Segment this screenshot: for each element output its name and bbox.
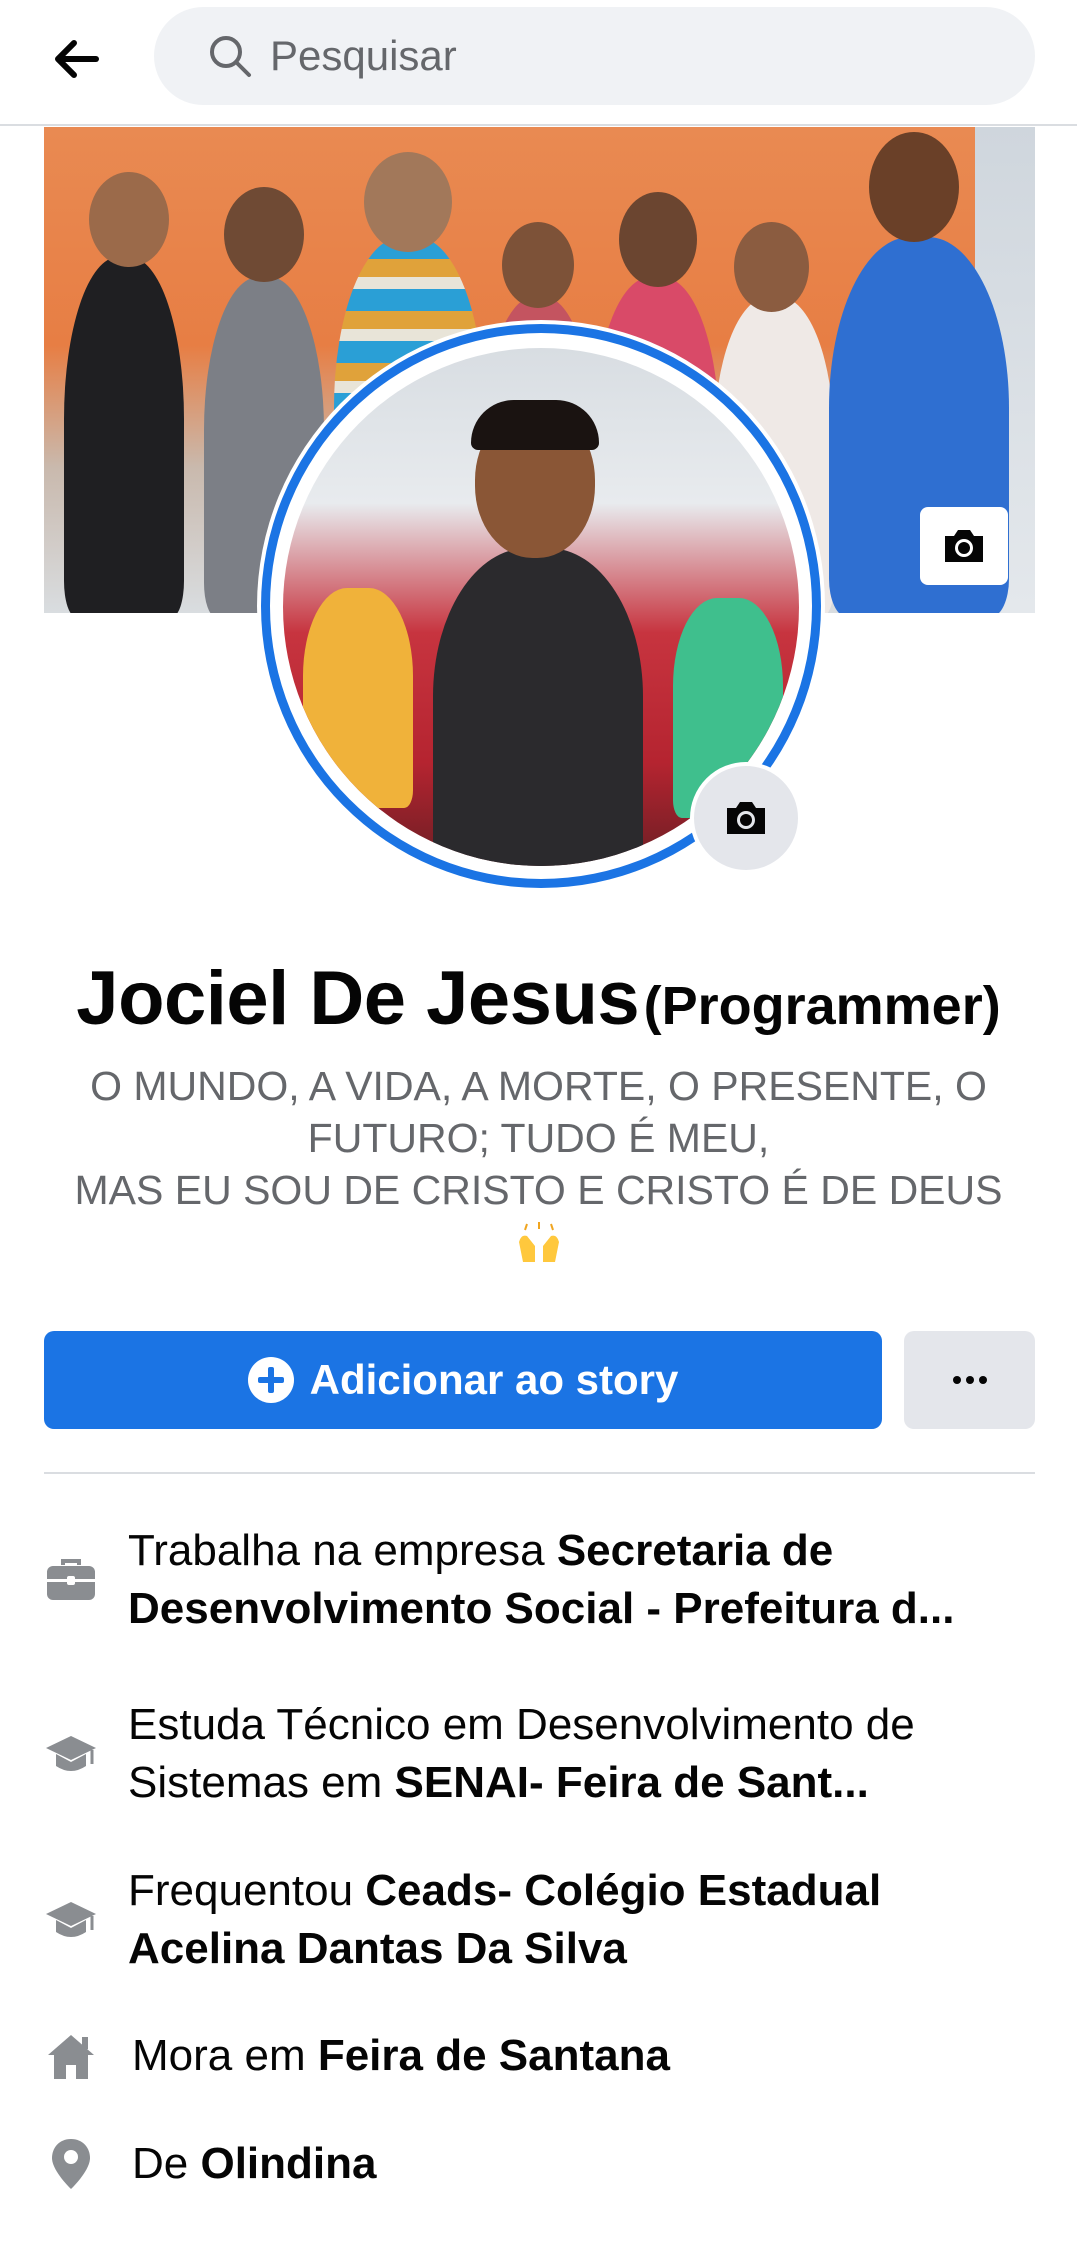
profile-bio: O MUNDO, A VIDA, A MORTE, O PRESENTE, O … (60, 1060, 1017, 1268)
cover-photo-figure (364, 152, 452, 252)
profile-picture-figure (303, 588, 413, 808)
search-bar[interactable] (154, 7, 1035, 105)
intro-item-work[interactable]: Trabalha na empresa Secretaria de Desenv… (44, 1522, 1035, 1638)
profile-name: Jociel De Jesus (Programmer) (0, 955, 1077, 1042)
home-icon (44, 2029, 98, 2083)
cover-photo-figure (224, 187, 304, 282)
plus-circle-icon (247, 1357, 294, 1403)
intro-text: Trabalha na empresa Secretaria de Desenv… (128, 1522, 1028, 1638)
profile-alternate-name: (Programmer) (643, 976, 1001, 1036)
intro-text: Estuda Técnico em Desenvolvimento de Sis… (128, 1696, 1028, 1812)
intro-item-attended[interactable]: Frequentou Ceads- Colégio Estadual Aceli… (44, 1862, 1035, 1978)
edit-cover-photo-button[interactable] (920, 507, 1008, 585)
back-button[interactable] (44, 26, 110, 92)
top-bar (0, 0, 1077, 126)
cover-photo-figure (89, 172, 169, 267)
graduation-cap-icon (44, 1893, 98, 1947)
graduation-cap-icon (44, 1727, 98, 1781)
intro-item-study[interactable]: Estuda Técnico em Desenvolvimento de Sis… (44, 1696, 1035, 1812)
raised-hands-emoji (60, 1216, 1017, 1268)
intro-highlight[interactable]: Feira de Santana (318, 2031, 670, 2080)
intro-text: De Olindina (132, 2135, 1032, 2193)
search-input[interactable] (270, 32, 1010, 80)
profile-name-main: Jociel De Jesus (76, 956, 640, 1041)
add-to-story-button[interactable]: Adicionar ao story (44, 1331, 882, 1429)
bio-line: MAS EU SOU DE CRISTO E CRISTO É DE DEUS (74, 1167, 1003, 1213)
section-divider (44, 1472, 1035, 1474)
profile-picture-figure (433, 548, 643, 866)
camera-icon (727, 802, 765, 834)
intro-item-from[interactable]: De Olindina (44, 2135, 1035, 2193)
add-to-story-label: Adicionar ao story (309, 1356, 679, 1403)
intro-highlight[interactable]: SENAI- Feira de Sant... (395, 1758, 869, 1807)
more-options-button[interactable] (904, 1331, 1035, 1429)
intro-prefix: De (132, 2139, 201, 2188)
location-pin-icon (44, 2137, 98, 2191)
intro-prefix: Trabalha na empresa (128, 1526, 557, 1575)
arrow-left-icon (55, 40, 99, 78)
cover-photo-figure (619, 192, 697, 287)
intro-highlight[interactable]: Olindina (200, 2139, 376, 2188)
intro-prefix: Mora em (132, 2031, 318, 2080)
cover-photo-figure (64, 257, 184, 613)
edit-profile-picture-button[interactable] (690, 762, 802, 874)
intro-text: Mora em Feira de Santana (132, 2027, 1032, 2085)
cover-photo-figure (502, 222, 574, 308)
cover-photo-figure (734, 222, 809, 312)
intro-text: Frequentou Ceads- Colégio Estadual Aceli… (128, 1862, 1028, 1978)
intro-item-lives-in[interactable]: Mora em Feira de Santana (44, 2027, 1035, 2085)
intro-prefix: Frequentou (128, 1866, 366, 1915)
cover-photo-figure (869, 132, 959, 242)
search-icon (206, 32, 254, 80)
bio-line: O MUNDO, A VIDA, A MORTE, O PRESENTE, O … (90, 1063, 987, 1161)
more-dots-icon (952, 1376, 987, 1384)
briefcase-icon (44, 1553, 98, 1607)
profile-picture-figure (471, 400, 599, 450)
camera-icon (945, 530, 983, 562)
